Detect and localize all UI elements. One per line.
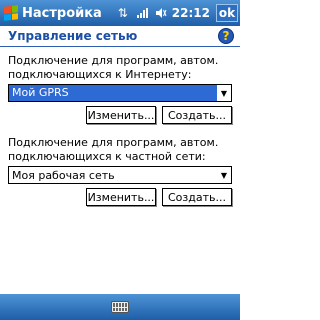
title-bar: Настройка ⇅ 22:12 ok bbox=[0, 0, 240, 26]
start-menu-button[interactable] bbox=[0, 0, 22, 26]
internet-connection-select[interactable]: Мой GPRS ▼ bbox=[8, 84, 232, 102]
private-button-row: Изменить... Создать... bbox=[8, 188, 232, 206]
app-title: Настройка bbox=[22, 5, 102, 21]
chevron-down-icon[interactable]: ▼ bbox=[217, 171, 231, 180]
private-selected-value: Моя рабочая сеть bbox=[12, 168, 115, 182]
menu-bar bbox=[0, 294, 240, 320]
page-header: Управление сетью ? bbox=[0, 26, 240, 46]
internet-selected-value: Мой GPRS bbox=[9, 85, 217, 101]
volume-icon[interactable] bbox=[153, 4, 169, 22]
internet-description: Подключение для программ, автом. подключ… bbox=[8, 54, 219, 81]
private-edit-button[interactable]: Изменить... bbox=[86, 188, 156, 206]
windows-flag-icon bbox=[4, 5, 18, 21]
private-network-select[interactable]: Моя рабочая сеть ▼ bbox=[8, 166, 232, 184]
internet-create-button[interactable]: Создать... bbox=[162, 106, 232, 124]
private-network-section: Подключение для программ, автом. подключ… bbox=[8, 136, 232, 206]
internet-connection-section: Подключение для программ, автом. подключ… bbox=[8, 54, 232, 124]
help-icon[interactable]: ? bbox=[218, 28, 234, 44]
private-create-button[interactable]: Создать... bbox=[162, 188, 232, 206]
signal-icon[interactable] bbox=[134, 4, 150, 22]
header-divider bbox=[0, 46, 240, 47]
private-description: Подключение для программ, автом. подключ… bbox=[8, 136, 219, 163]
internet-button-row: Изменить... Создать... bbox=[8, 106, 232, 124]
connectivity-icon[interactable]: ⇅ bbox=[115, 4, 131, 22]
clock[interactable]: 22:12 bbox=[172, 6, 210, 20]
keyboard-icon[interactable] bbox=[111, 301, 129, 313]
chevron-down-icon[interactable]: ▼ bbox=[217, 89, 231, 98]
ok-button[interactable]: ok bbox=[216, 4, 238, 22]
internet-edit-button[interactable]: Изменить... bbox=[86, 106, 156, 124]
page-title: Управление сетью bbox=[8, 29, 138, 43]
